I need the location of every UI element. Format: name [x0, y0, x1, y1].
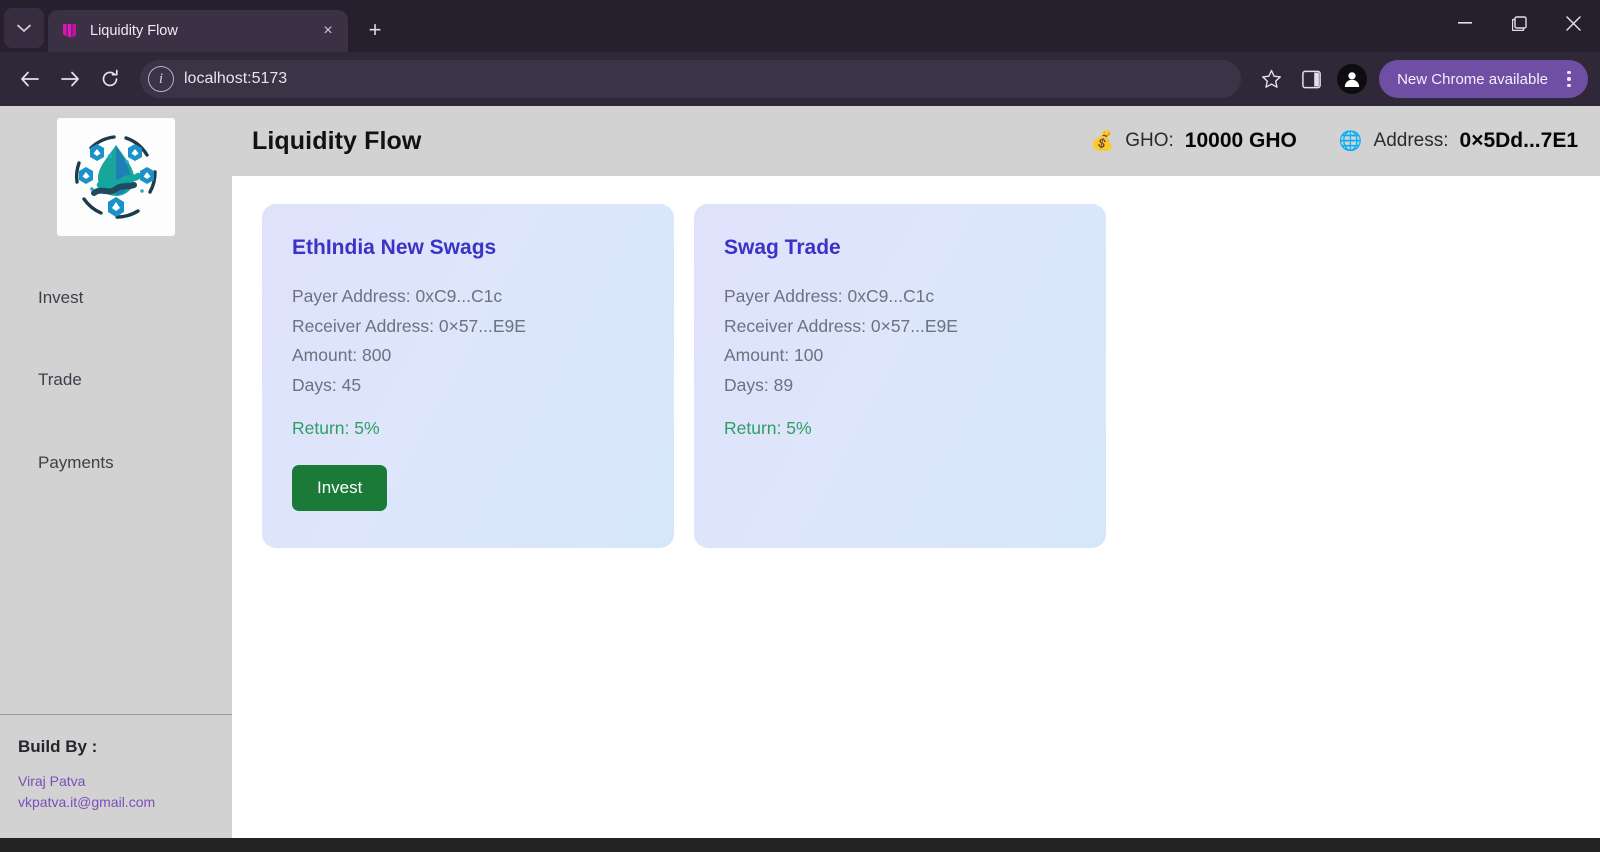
sidebar-item-label: Invest: [38, 288, 84, 307]
gho-label: GHO:: [1125, 130, 1174, 151]
browser-tab[interactable]: Liquidity Flow ×: [48, 10, 348, 52]
wallet-address[interactable]: 🌐 Address: 0×5Dd...7E1: [1339, 129, 1578, 153]
receiver-address: Receiver Address: 0×57...E9E: [292, 315, 526, 336]
sidebar-item-invest[interactable]: Invest: [0, 278, 232, 318]
side-panel-icon[interactable]: [1293, 61, 1329, 97]
browser-window: Liquidity Flow × + i localhost:5173 New …: [0, 0, 1600, 852]
tab-strip: Liquidity Flow × +: [0, 0, 1600, 52]
chrome-update-label: New Chrome available: [1397, 70, 1548, 88]
payer-address: Payer Address: 0xC9...C1c: [724, 286, 935, 306]
build-by-heading: Build By :: [18, 737, 98, 757]
amount: Amount: 100: [724, 345, 824, 366]
chrome-update-pill[interactable]: New Chrome available: [1379, 60, 1588, 98]
return-rate: Return: 5%: [292, 418, 380, 439]
globe-icon: 🌐: [1338, 130, 1363, 152]
tab-search-chevron-icon[interactable]: [4, 8, 44, 48]
reload-icon[interactable]: [92, 61, 128, 97]
maximize-icon[interactable]: [1492, 0, 1546, 46]
sidebar: Invest Trade Payments Build By : Viraj P…: [0, 106, 232, 838]
main-content: Liquidity Flow 💰 GHO: 10000 GHO 🌐 Addres…: [232, 106, 1600, 838]
cards-container: EthIndia New Swags Payer Address: 0xC9..…: [232, 176, 1600, 838]
sidebar-item-label: Trade: [38, 370, 82, 390]
forward-icon[interactable]: [52, 61, 88, 97]
days: Days: 45: [292, 374, 362, 395]
address-bar[interactable]: i localhost:5173: [140, 60, 1242, 98]
return-rate: Return: 5%: [724, 418, 812, 439]
liquidity-flow-logo: [57, 118, 175, 236]
os-taskbar[interactable]: [0, 838, 1600, 852]
payer-address: Payer Address: 0xC9...C1c: [292, 286, 503, 306]
vite-logo-icon: [62, 22, 80, 40]
tab-title: Liquidity Flow: [90, 23, 178, 39]
three-dot-menu-icon[interactable]: [1556, 70, 1582, 88]
address-label: Address:: [1373, 130, 1449, 151]
offer-card[interactable]: Swag Trade Payer Address: 0xC9...C1c Rec…: [694, 204, 1106, 548]
offer-card[interactable]: EthIndia New Swags Payer Address: 0xC9..…: [262, 204, 674, 548]
address-value: 0×5Dd...7E1: [1459, 129, 1578, 152]
minimize-icon[interactable]: [1438, 0, 1492, 46]
author-name-link[interactable]: Viraj Patva: [18, 771, 232, 791]
receiver-address: Receiver Address: 0×57...E9E: [724, 315, 958, 336]
days: Days: 89: [724, 374, 794, 395]
close-window-icon[interactable]: [1546, 0, 1600, 46]
amount: Amount: 800: [292, 345, 392, 366]
sidebar-item-payments[interactable]: Payments: [0, 443, 232, 483]
bookmark-star-icon[interactable]: [1253, 61, 1289, 97]
url-text[interactable]: localhost:5173: [184, 70, 287, 88]
money-bag-icon: 💰: [1090, 130, 1115, 152]
card-title: EthIndia New Swags: [292, 236, 497, 259]
sidebar-item-trade[interactable]: Trade: [0, 360, 232, 400]
back-icon[interactable]: [12, 61, 48, 97]
window-controls: [1438, 0, 1600, 46]
card-title: Swag Trade: [724, 236, 841, 259]
app-header: Liquidity Flow 💰 GHO: 10000 GHO 🌐 Addres…: [232, 106, 1600, 176]
page-title: Liquidity Flow: [252, 126, 422, 155]
invest-button[interactable]: Invest: [292, 465, 388, 512]
author-email-link[interactable]: vkpatva.it@gmail.com: [18, 792, 232, 812]
sidebar-nav: Invest Trade Payments: [0, 278, 232, 483]
gho-value: 10000 GHO: [1184, 129, 1297, 152]
site-info-icon[interactable]: i: [148, 66, 174, 92]
profile-avatar-icon[interactable]: [1337, 64, 1368, 94]
sidebar-item-label: Payments: [38, 452, 114, 472]
new-tab-button[interactable]: +: [358, 13, 392, 47]
sidebar-footer: Build By : Viraj Patva vkpatva.it@gmail.…: [0, 714, 232, 838]
gho-balance: 💰 GHO: 10000 GHO: [1091, 129, 1297, 153]
browser-toolbar: i localhost:5173 New Chrome available: [0, 52, 1600, 106]
page-viewport: Invest Trade Payments Build By : Viraj P…: [0, 106, 1600, 838]
close-icon[interactable]: ×: [316, 19, 340, 43]
